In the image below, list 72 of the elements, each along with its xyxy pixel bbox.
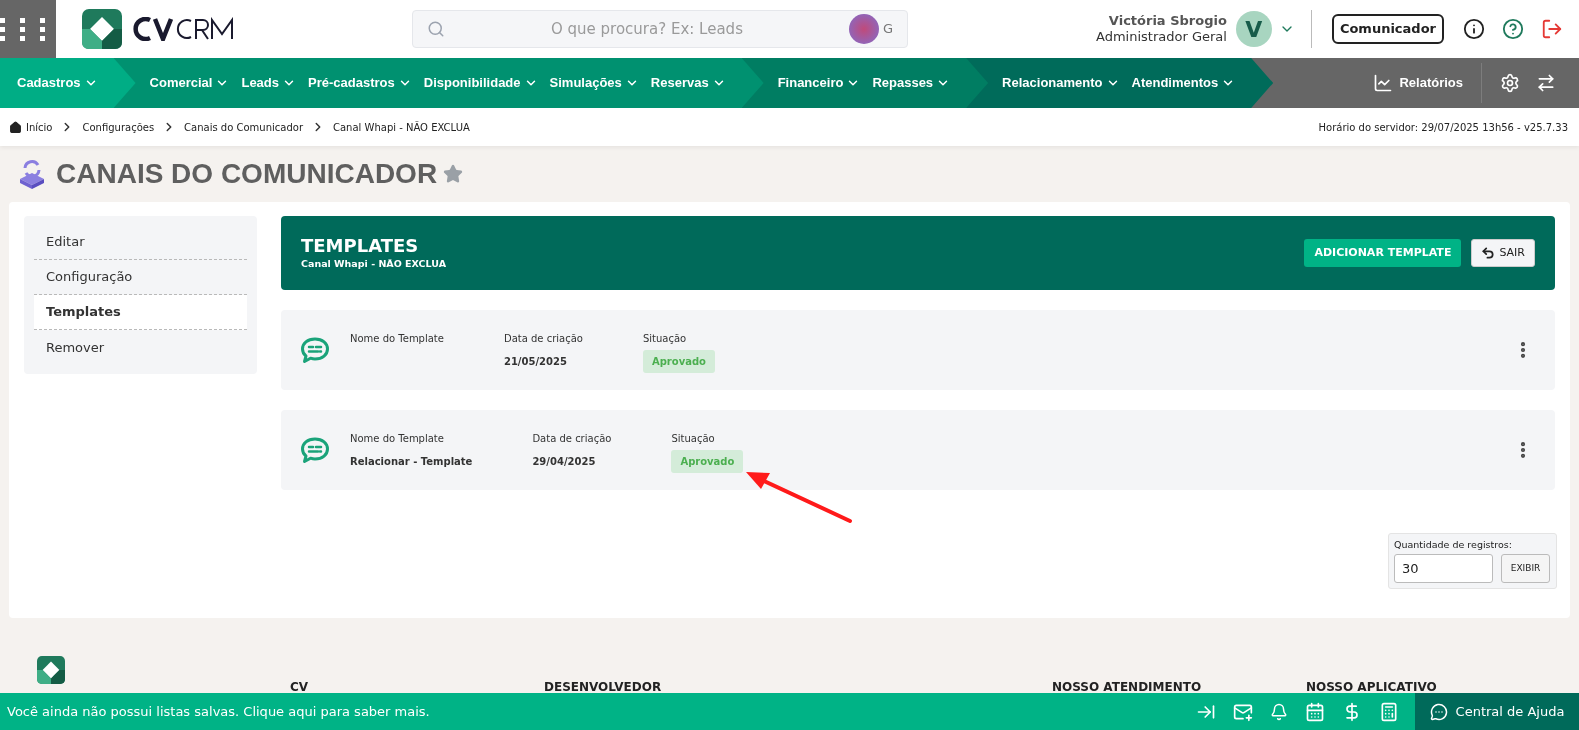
- search-input[interactable]: O que procura? Ex: Leads: [445, 17, 849, 41]
- apps-menu-button[interactable]: [0, 0, 56, 58]
- sync-stack-icon: [18, 159, 46, 189]
- server-time: Horário do servidor: 29/07/2025 13h56 - v25.7.33: [1318, 120, 1568, 135]
- user-role: Administrador Geral: [1095, 29, 1227, 46]
- calendar-icon[interactable]: [1305, 701, 1325, 722]
- panel-title: TEMPLATES: [301, 234, 420, 258]
- breadcrumb-link[interactable]: Canal Whapi - NÃO EXCLUA: [333, 119, 470, 135]
- footer-heading: NOSSO ATENDIMENTO: [1052, 679, 1202, 696]
- column-label: Data de criação: [532, 432, 612, 446]
- column-label: Situação: [642, 332, 687, 346]
- chat-bubble-icon: [300, 436, 330, 464]
- overlay-letter: G: [882, 20, 893, 39]
- reports-link[interactable]: Relatórios: [1373, 73, 1463, 93]
- status-badge: Aprovado: [642, 350, 715, 373]
- breadcrumb-link[interactable]: Canais do Comunicador: [184, 119, 303, 135]
- footer-heading: CV: [290, 679, 309, 696]
- swap-arrows-icon[interactable]: [1536, 73, 1556, 93]
- status-badge: Aprovado: [671, 450, 744, 473]
- template-name: Relacionar - Template: [350, 455, 473, 469]
- nav-menu-item[interactable]: Pré-cadastros: [308, 73, 412, 93]
- user-avatar[interactable]: V: [1235, 11, 1272, 47]
- panel-subtitle: Canal Whapi - NÃO EXCLUA: [301, 257, 446, 272]
- column-label: Nome do Template: [350, 432, 445, 446]
- creation-date: 21/05/2025: [503, 355, 568, 369]
- nav-menu-item[interactable]: Comercial: [149, 73, 230, 93]
- calculator-icon[interactable]: [1379, 701, 1399, 722]
- help-icon[interactable]: [1502, 18, 1524, 40]
- communicator-button[interactable]: Comunicador: [1331, 14, 1444, 44]
- settings-icon[interactable]: [1500, 73, 1520, 93]
- favorite-star-icon[interactable]: [443, 164, 464, 184]
- line-chart-icon: [1373, 73, 1394, 93]
- search-icon: [427, 20, 445, 38]
- sidebar-item[interactable]: Remover: [34, 330, 247, 365]
- nav-menu-item[interactable]: Relacionamento: [1002, 73, 1120, 93]
- sidebar-item[interactable]: Editar: [34, 225, 247, 260]
- nav-menu-item[interactable]: Leads: [241, 73, 297, 93]
- exit-button[interactable]: SAIR: [1471, 239, 1535, 267]
- sidebar-item[interactable]: Templates: [34, 295, 247, 330]
- avatar-overlay: [848, 14, 879, 44]
- column-label: Nome do Template: [350, 332, 444, 346]
- nav-menu-item[interactable]: Financeiro: [777, 73, 861, 93]
- creation-date: 29/04/2025: [532, 455, 597, 469]
- footer-heading: NOSSO APLICATIVO: [1306, 679, 1437, 696]
- bell-icon[interactable]: [1270, 702, 1288, 721]
- column-label: Data de criação: [503, 332, 583, 346]
- records-label: Quantidade de registros:: [1394, 538, 1513, 552]
- info-icon[interactable]: [1463, 18, 1485, 40]
- footer-heading: DESENVOLVEDOR: [544, 679, 662, 696]
- breadcrumb-link[interactable]: Início: [26, 119, 53, 135]
- home-icon: [9, 120, 22, 134]
- chat-bubble-icon: [1429, 702, 1448, 721]
- logo-icon: [37, 656, 65, 684]
- breadcrumb-link[interactable]: Configurações: [82, 119, 155, 135]
- user-name: Victória Sbrogio: [1108, 12, 1227, 29]
- search-field[interactable]: O que procura? Ex: Leads G: [412, 10, 908, 48]
- logout-icon[interactable]: [1541, 18, 1563, 40]
- nav-menu-item[interactable]: Repasses: [872, 73, 951, 93]
- nav-menu-item[interactable]: Reservas: [650, 73, 726, 93]
- chat-bubble-icon: [300, 336, 330, 364]
- nav-menu-item[interactable]: Atendimentos: [1131, 73, 1236, 93]
- page-title: CANAIS DO COMUNICADOR: [56, 157, 438, 191]
- logo-icon: [82, 9, 122, 49]
- column-label: Situação: [671, 432, 715, 446]
- records-input[interactable]: 30: [1394, 554, 1493, 584]
- logo-wordmark-icon: [132, 17, 236, 41]
- nav-menu-item[interactable]: Simulações: [549, 73, 639, 93]
- app-logo[interactable]: [82, 9, 236, 49]
- show-button[interactable]: EXIBIR: [1501, 554, 1550, 584]
- help-center-button[interactable]: Central de Ajuda: [1415, 693, 1579, 730]
- undo-arrow-icon: [1481, 246, 1496, 260]
- nav-menu-item[interactable]: Disponibilidade: [423, 73, 538, 93]
